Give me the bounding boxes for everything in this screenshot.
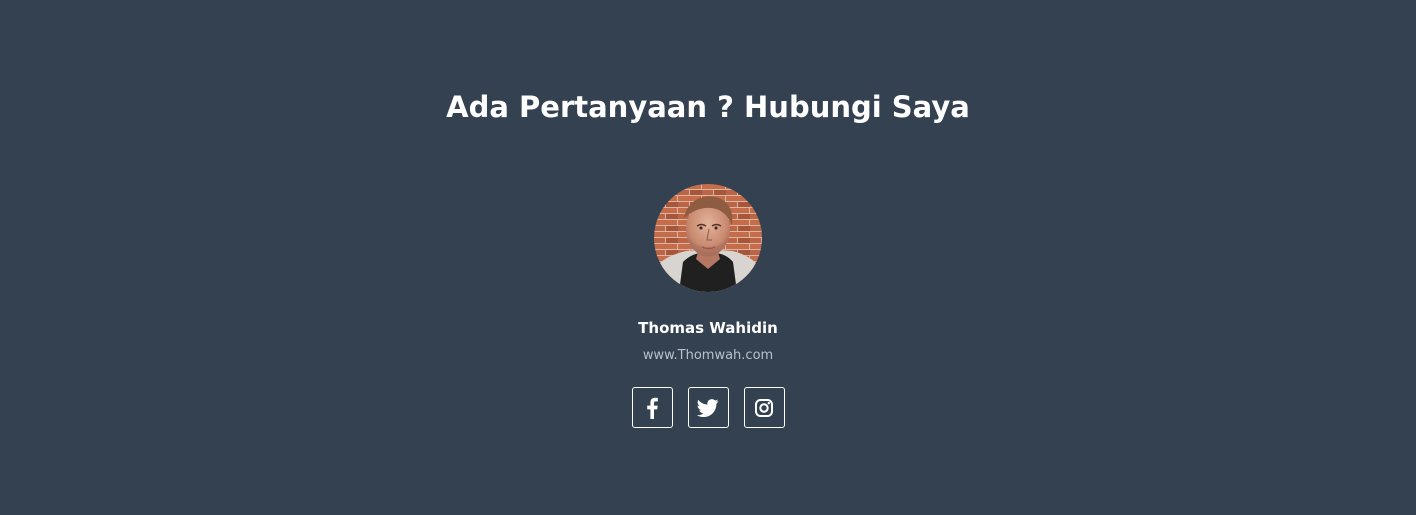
facebook-button[interactable] [631,387,673,428]
website-text: www.Thomwah.com [642,348,774,363]
facebook-icon [647,397,658,419]
profile-card: Thomas Wahidin www.Thomwah.com [0,184,1416,428]
instagram-button[interactable] [743,387,785,428]
social-links [631,387,785,428]
contact-section: Ada Pertanyaan ? Hubungi Saya Thomas Wah… [0,0,1416,515]
twitter-button[interactable] [687,387,729,428]
page-title: Ada Pertanyaan ? Hubungi Saya [446,90,970,124]
twitter-icon [697,398,719,417]
profile-photo-image [654,184,762,292]
instagram-icon [755,398,773,417]
avatar [654,184,762,292]
profile-name: Thomas Wahidin [638,319,778,337]
